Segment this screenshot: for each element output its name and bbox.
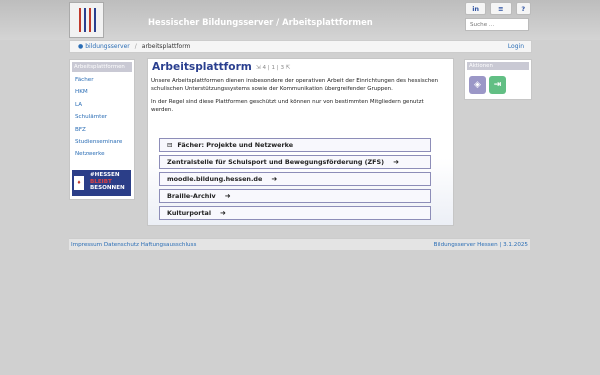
page-title: Arbeitsplattform (152, 61, 252, 73)
help-icon[interactable]: ? (515, 2, 532, 15)
platform-label: moodle.bildung.hessen.de (167, 175, 263, 183)
breadcrumb-item-arbeitsplattform: arbeitsplattform (141, 43, 191, 50)
hessen-crest-icon: ♦ (74, 176, 84, 190)
platform-link-moodle[interactable]: moodle.bildung.hessen.de ➜ (159, 172, 431, 186)
platform-label: Braille-Archiv (167, 192, 216, 200)
tag-icon[interactable]: ◈ (469, 76, 486, 94)
platform-label: Zentralstelle für Schulsport und Bewegun… (167, 158, 385, 166)
breadcrumb: ● bildungsserver / arbeitsplattform Logi… (69, 40, 532, 53)
aktionen-title: Aktionen (467, 62, 529, 70)
menu-icon[interactable]: ≡ (490, 2, 512, 15)
sidebar-item-studienseminare[interactable]: Studienseminare (70, 136, 134, 148)
footer: Impressum Datenschutz Haftungsausschluss… (69, 238, 530, 250)
arrow-right-icon: ➜ (393, 158, 399, 166)
sidebar-item-la[interactable]: LA (70, 99, 134, 111)
aktionen-panel: Aktionen ◈ ⇥ (464, 59, 532, 100)
hessen-bleibt-besonnen-banner[interactable]: ♦ #HESSEN BLEIBT BESONNEN (72, 170, 131, 196)
sidebar-item-bfz[interactable]: BFZ (70, 124, 134, 136)
platform-link-kulturportal[interactable]: Kulturportal ➜ (159, 206, 431, 220)
intro-paragraph-2: In der Regel sind diese Plattformen gesc… (151, 99, 424, 114)
search-input[interactable] (465, 18, 529, 31)
site-title: Hessischer Bildungsserver / Arbeitsplatt… (148, 17, 373, 27)
main-content: Arbeitsplattform ⇲ 4 | 1 | 3 ⇱ Unsere Ar… (147, 58, 454, 226)
sidebar-item-faecher[interactable]: Fächer (70, 74, 134, 86)
sidebar-item-hkm[interactable]: HKM (70, 86, 134, 98)
platform-link-zfs[interactable]: Zentralstelle für Schulsport und Bewegun… (159, 155, 431, 169)
sidebar-item-schulaemter[interactable]: Schulämter (70, 111, 134, 123)
platform-label: Fächer: Projekte und Netzwerke (177, 141, 294, 149)
sidebar-title: Arbeitsplattformen (72, 62, 132, 72)
footer-links[interactable]: Impressum Datenschutz Haftungsausschluss (71, 242, 196, 248)
arrow-right-icon: ➜ (220, 209, 226, 217)
login-icon[interactable]: ⇥ (489, 76, 506, 94)
page-pager[interactable]: ⇲ 4 | 1 | 3 ⇱ (256, 65, 291, 71)
header-tools: in ≡ ? (465, 2, 532, 15)
breadcrumb-item-bildungsserver[interactable]: bildungsserver (85, 43, 129, 50)
platform-label: Kulturportal (167, 209, 212, 217)
sidebar: Arbeitsplattformen Fächer HKM LA Schuläm… (69, 59, 135, 200)
arrow-right-icon: ➜ (271, 175, 278, 183)
banner-text: #HESSEN BLEIBT BESONNEN (90, 172, 125, 192)
folder-icon: ⊟ (167, 141, 173, 149)
breadcrumb-separator: / (134, 43, 137, 50)
footer-copyright[interactable]: Bildungsserver Hessen | 3.1.2025 (434, 242, 528, 248)
arrow-right-icon: ➜ (224, 192, 231, 200)
linkedin-icon[interactable]: in (465, 2, 487, 15)
platform-link-faecher[interactable]: ⊟ Fächer: Projekte und Netzwerke (159, 138, 431, 152)
login-link[interactable]: Login (508, 43, 524, 50)
platform-link-braille[interactable]: Braille-Archiv ➜ (159, 189, 431, 203)
sidebar-item-netzwerke[interactable]: Netzwerke (70, 148, 134, 160)
intro-paragraph: Unsere Arbeitsplattformen dienen insbeso… (151, 78, 439, 93)
location-pin-icon: ● (78, 43, 84, 50)
site-logo[interactable] (69, 2, 104, 38)
